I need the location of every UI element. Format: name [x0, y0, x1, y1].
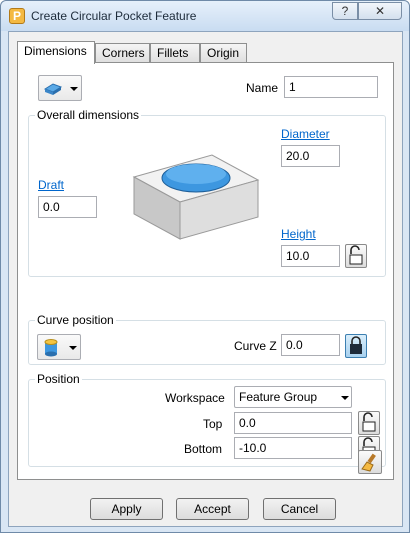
- padlock-closed-icon: [350, 336, 362, 354]
- height-link[interactable]: Height: [281, 227, 316, 241]
- draft-link[interactable]: Draft: [38, 178, 64, 192]
- top-lock-icon[interactable]: [358, 411, 380, 435]
- clear-brush-button[interactable]: [358, 450, 382, 474]
- top-label: Top: [203, 417, 223, 431]
- bottom-label: Bottom: [184, 442, 223, 456]
- name-field[interactable]: 1: [284, 76, 378, 98]
- app-icon: P: [9, 8, 25, 24]
- bottom-field[interactable]: -10.0: [234, 437, 352, 459]
- diameter-field[interactable]: 20.0: [281, 145, 340, 167]
- pocket-feature-icon: [43, 83, 63, 95]
- help-button[interactable]: ?: [332, 2, 358, 20]
- curvez-lock-icon[interactable]: [345, 334, 367, 358]
- window-title: Create Circular Pocket Feature: [31, 9, 197, 23]
- dimensions-panel: Name 1 Overall dimensions Diameter 20.0 …: [17, 62, 394, 480]
- feature-type-dropdown[interactable]: [38, 75, 82, 101]
- overall-dimensions-group: Overall dimensions Diameter 20.0 Draft 0…: [28, 108, 386, 277]
- diameter-link[interactable]: Diameter: [281, 127, 330, 141]
- chevron-down-icon: [341, 396, 349, 400]
- overall-dimensions-title: Overall dimensions: [35, 108, 142, 122]
- accept-button[interactable]: Accept: [176, 498, 249, 520]
- height-field[interactable]: 10.0: [281, 245, 340, 267]
- workspace-dropdown[interactable]: Feature Group: [234, 386, 352, 408]
- workspace-value: Feature Group: [239, 390, 318, 404]
- top-field[interactable]: 0.0: [234, 412, 352, 434]
- curve-position-title: Curve position: [35, 313, 116, 327]
- position-group: Position Workspace Feature Group Top 0.0…: [28, 372, 386, 467]
- padlock-open-icon: [362, 412, 376, 432]
- tab-corners[interactable]: Corners: [95, 43, 150, 63]
- apply-button[interactable]: Apply: [90, 498, 163, 520]
- dialog-window: P Create Circular Pocket Feature ? ✕ Dim…: [0, 0, 410, 533]
- workspace-label: Workspace: [165, 391, 225, 405]
- brush-icon: [361, 453, 376, 472]
- close-button[interactable]: ✕: [358, 2, 402, 20]
- curve-position-group: Curve position Curve Z 0.0: [28, 313, 386, 365]
- draft-field[interactable]: 0.0: [38, 196, 97, 218]
- curvez-label: Curve Z: [234, 339, 277, 353]
- position-title: Position: [35, 372, 82, 386]
- chevron-down-icon: [69, 346, 77, 350]
- cancel-button[interactable]: Cancel: [263, 498, 336, 520]
- curve-position-dropdown[interactable]: [37, 334, 81, 360]
- dialog-client: Dimensions Corners Fillets Origin Name 1…: [8, 31, 403, 527]
- height-lock-icon[interactable]: [345, 244, 367, 268]
- cylinder-icon: [44, 339, 58, 357]
- tab-dimensions[interactable]: Dimensions: [17, 41, 95, 64]
- tab-fillets[interactable]: Fillets: [150, 43, 200, 63]
- padlock-open-icon: [349, 245, 363, 265]
- title-bar[interactable]: P Create Circular Pocket Feature ? ✕: [1, 1, 409, 31]
- chevron-down-icon: [70, 87, 78, 91]
- curvez-field[interactable]: 0.0: [281, 334, 340, 356]
- name-label: Name: [246, 81, 279, 95]
- pocket-preview-image: [132, 154, 260, 240]
- tab-origin[interactable]: Origin: [200, 43, 247, 63]
